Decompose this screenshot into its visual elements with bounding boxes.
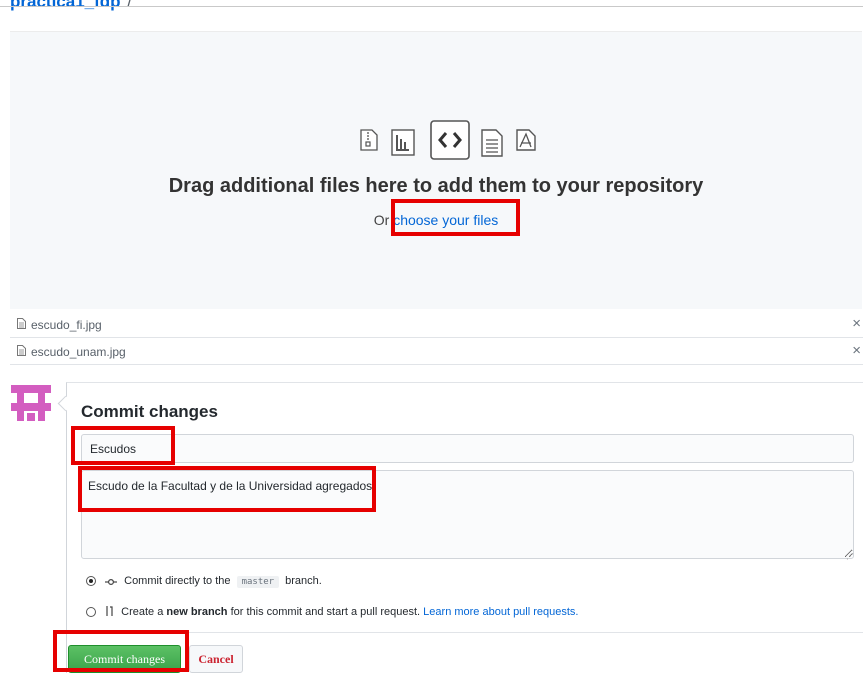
file-list-item: escudo_fi.jpg × — [10, 311, 863, 338]
commit-changes-button[interactable]: Commit changes — [68, 645, 181, 673]
commit-direct-suffix: branch. — [285, 575, 322, 587]
resize-grip-icon[interactable]: ⋰ — [846, 552, 854, 561]
new-branch-bold: new branch — [166, 606, 228, 618]
commit-direct-radio[interactable] — [86, 576, 96, 586]
cancel-button[interactable]: Cancel — [189, 645, 243, 673]
git-commit-icon — [105, 578, 118, 586]
file-name: escudo_unam.jpg — [31, 345, 126, 359]
avatar[interactable] — [11, 385, 51, 421]
header-divider — [0, 6, 863, 7]
file-name: escudo_fi.jpg — [31, 318, 102, 332]
commit-direct-text: Commit directly to the — [124, 575, 231, 587]
commit-summary-input[interactable] — [81, 434, 854, 463]
form-divider — [66, 632, 863, 633]
branch-name: master — [236, 576, 280, 588]
file-list-item: escudo_unam.jpg × — [10, 338, 863, 365]
new-branch-radio[interactable] — [86, 607, 96, 617]
commit-description-input[interactable]: Escudo de la Facultad y de la Universida… — [81, 470, 854, 559]
new-branch-option[interactable]: Create a new branch for this commit and … — [86, 605, 579, 619]
file-drop-zone[interactable]: Drag additional files here to add them t… — [10, 31, 862, 309]
remove-file-button[interactable]: × — [852, 342, 861, 359]
new-branch-middle: for this commit and start a pull request… — [230, 606, 421, 618]
file-icon — [17, 318, 26, 329]
zip-file-icon — [360, 129, 378, 151]
new-branch-text: Create a — [121, 606, 164, 618]
commit-title: Commit changes — [81, 402, 218, 421]
chart-file-icon — [391, 129, 415, 156]
text-file-icon — [481, 129, 503, 157]
code-file-icon — [430, 120, 470, 160]
git-pull-request-icon — [106, 606, 113, 616]
pdf-file-icon — [516, 129, 536, 151]
learn-more-link[interactable]: Learn more about pull requests. — [423, 606, 578, 618]
drop-zone-subtitle: Or choose your files — [10, 212, 862, 228]
file-icon — [17, 345, 26, 356]
remove-file-button[interactable]: × — [852, 315, 861, 332]
drop-zone-title: Drag additional files here to add them t… — [168, 175, 704, 197]
commit-direct-option[interactable]: Commit directly to the master branch. — [86, 574, 322, 588]
drop-zone-prefix: Or — [373, 212, 394, 228]
choose-files-link[interactable]: choose your files — [393, 212, 498, 228]
